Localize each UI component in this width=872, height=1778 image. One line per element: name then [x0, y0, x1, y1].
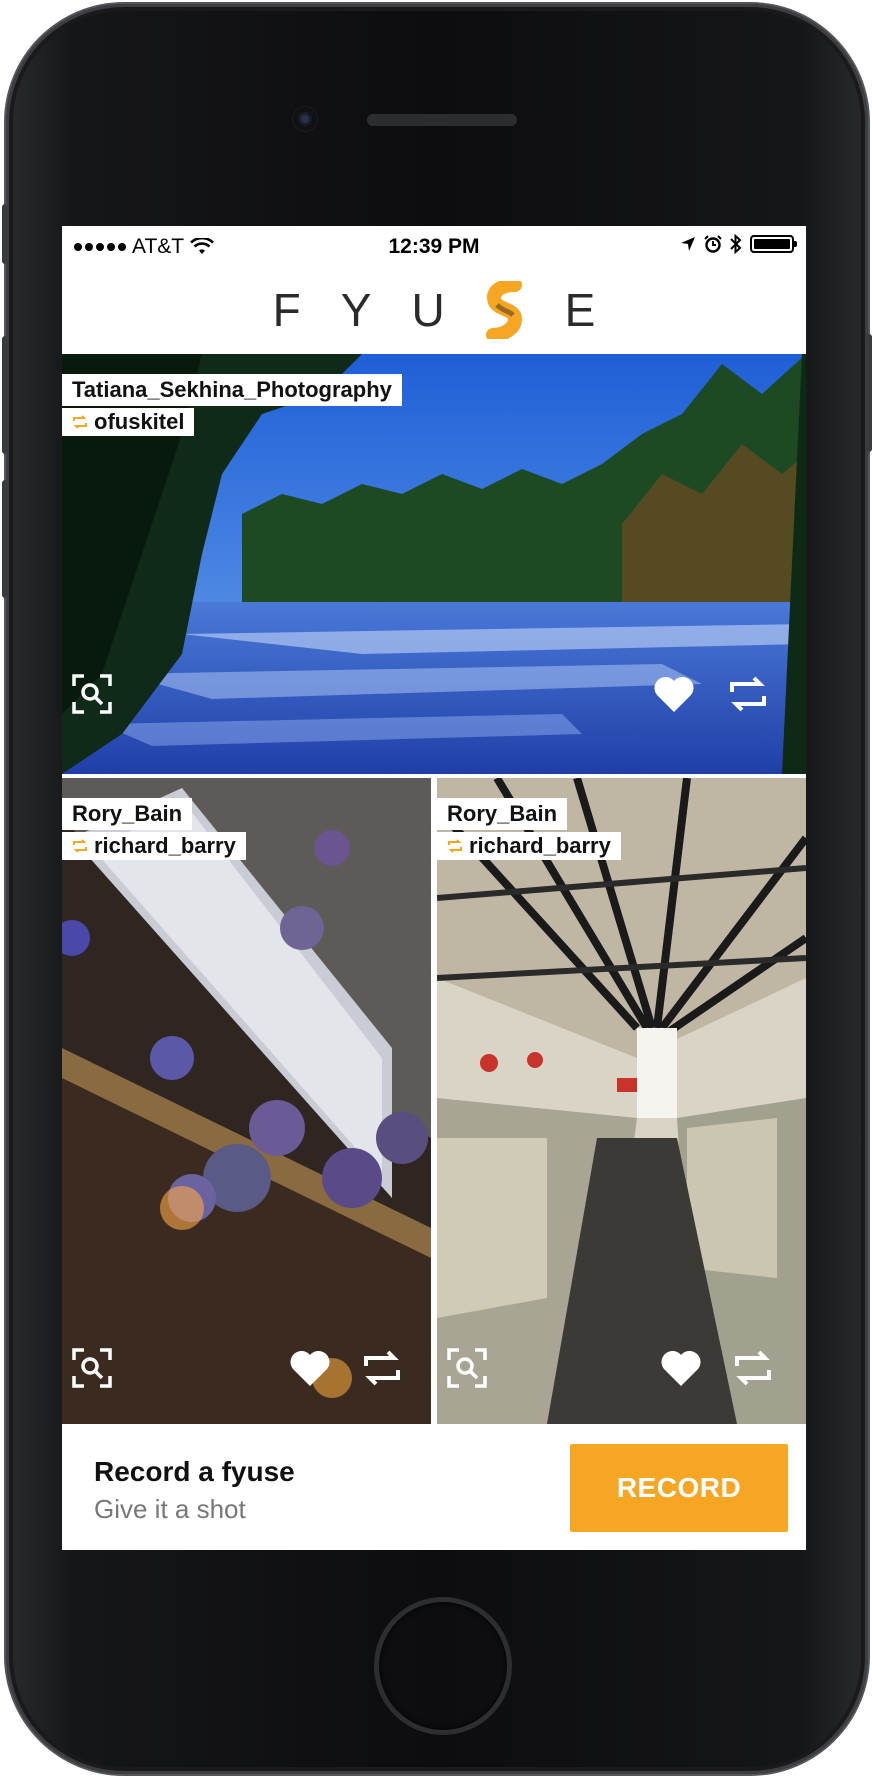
reposter-link[interactable]: richard_barry: [437, 832, 621, 860]
repost-small-icon: [448, 839, 462, 853]
feed-tile[interactable]: Rory_Bain richard_barry: [62, 778, 431, 1424]
heart-icon[interactable]: [659, 1346, 703, 1390]
power-button: [866, 334, 872, 452]
credit-tag: Tatiana_Sekhina_Photography ofuskitel: [62, 374, 402, 436]
logo-letter-e: E: [564, 284, 596, 336]
credit-tag: Rory_Bain richard_barry: [62, 798, 246, 860]
zoom-search-icon[interactable]: [70, 1346, 114, 1390]
credit-tag: Rory_Bain richard_barry: [437, 798, 621, 860]
repost-icon[interactable]: [360, 1346, 404, 1390]
logo-letter-u: U: [411, 284, 445, 336]
repost-small-icon: [73, 839, 87, 853]
mute-switch: [2, 204, 8, 264]
record-prompt-title: Record a fyuse: [94, 1456, 295, 1487]
location-arrow-icon: [681, 237, 695, 251]
username-link[interactable]: Rory_Bain: [437, 798, 568, 830]
record-prompt-bar: Record a fyuse Give it a shot RECORD: [62, 1424, 806, 1550]
zoom-search-icon[interactable]: [70, 672, 114, 716]
repost-small-icon: [73, 415, 87, 429]
alarm-icon: [704, 235, 722, 253]
heart-icon[interactable]: [288, 1346, 332, 1390]
repost-icon[interactable]: [726, 672, 770, 716]
zoom-search-icon[interactable]: [445, 1346, 489, 1390]
app-header: F Y U E: [62, 266, 806, 354]
reposter-name: richard_barry: [469, 833, 611, 858]
front-camera: [293, 107, 317, 131]
reposter-name: ofuskitel: [94, 409, 185, 434]
logo-s-mark: [485, 281, 522, 339]
feed-tile[interactable]: Rory_Bain richard_barry: [437, 778, 806, 1424]
logo-letter-f: F: [272, 284, 301, 336]
volume-down-button: [2, 480, 8, 598]
heart-icon[interactable]: [652, 672, 696, 716]
reposter-name: richard_barry: [94, 833, 236, 858]
battery-icon: [750, 235, 797, 253]
username-link[interactable]: Tatiana_Sekhina_Photography: [62, 374, 402, 406]
fyuse-thumbnail-hall: [62, 778, 431, 1424]
home-button[interactable]: [374, 1597, 512, 1735]
fyuse-logo: F Y U E: [272, 281, 596, 339]
status-bar: AT&T 12:39 PM: [62, 226, 806, 266]
repost-icon[interactable]: [731, 1346, 775, 1390]
logo-letter-y: Y: [340, 284, 372, 336]
feed-tile[interactable]: Tatiana_Sekhina_Photography ofuskitel: [62, 354, 806, 774]
record-button[interactable]: RECORD: [570, 1444, 788, 1532]
app-screen: AT&T 12:39 PM F Y U E Tatiana_Sekhina_Ph…: [62, 226, 806, 1550]
reposter-link[interactable]: ofuskitel: [62, 408, 195, 436]
bluetooth-icon: [730, 234, 742, 254]
reposter-link[interactable]: richard_barry: [62, 832, 246, 860]
volume-up-button: [2, 336, 8, 454]
record-prompt-subtitle: Give it a shot: [94, 1494, 246, 1524]
fyuse-thumbnail-brewery: [437, 778, 806, 1424]
earpiece-speaker: [367, 114, 517, 126]
username-link[interactable]: Rory_Bain: [62, 798, 193, 830]
